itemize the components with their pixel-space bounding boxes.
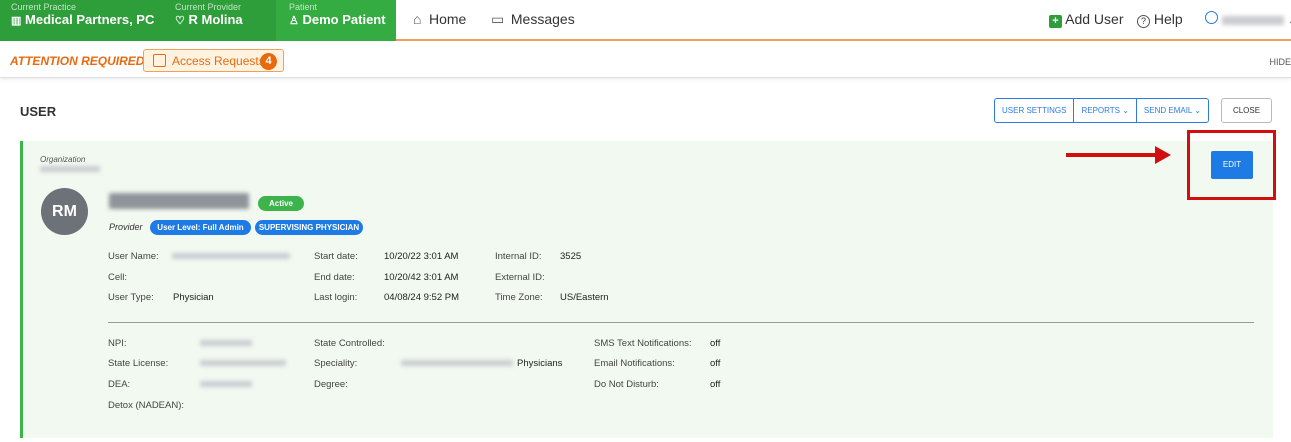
npi-label: NPI: xyxy=(108,338,127,349)
plus-icon: + xyxy=(1049,15,1062,28)
organization-label: Organization xyxy=(40,155,86,164)
annotation-arrow-shaft xyxy=(1066,153,1160,157)
close-button[interactable]: CLOSE xyxy=(1221,98,1272,123)
avatar: RM xyxy=(41,188,88,235)
degree-label: Degree: xyxy=(314,379,348,390)
state-license-value-blurred xyxy=(200,360,286,366)
dea-label: DEA: xyxy=(108,379,131,390)
supervising-physician-badge: SUPERVISING PHYSICIAN xyxy=(255,220,363,235)
section-divider xyxy=(108,322,1254,323)
add-user-button[interactable]: + Add User xyxy=(1049,11,1123,28)
start-date-value: 10/20/22 3:01 AM xyxy=(384,251,459,262)
cell-label: Cell: xyxy=(108,272,128,283)
end-date-label: End date: xyxy=(314,272,355,283)
attention-label: ATTENTION REQUIRED: xyxy=(10,54,149,68)
top-bar: Current Practice ▥ Medical Partners, PC … xyxy=(0,0,1291,41)
help-icon: ? xyxy=(1137,15,1150,28)
patient-value: ♙ Demo Patient xyxy=(289,12,386,27)
page-title: USER xyxy=(20,104,57,119)
sms-notifications-label: SMS Text Notifications: xyxy=(594,338,692,349)
state-controlled-label: State Controlled: xyxy=(314,338,385,349)
message-icon: ▭ xyxy=(491,11,505,27)
stethoscope-icon: ♡ xyxy=(175,15,185,27)
person-icon: ♙ xyxy=(289,15,299,27)
user-name-blurred xyxy=(172,253,290,259)
email-notifications-value: off xyxy=(710,358,721,369)
user-level-badge: User Level: Full Admin xyxy=(150,220,251,235)
internal-id-label: Internal ID: xyxy=(495,251,542,262)
patient-context[interactable]: Patient ♙ Demo Patient xyxy=(289,0,394,41)
current-practice[interactable]: Current Practice ▥ Medical Partners, PC xyxy=(11,0,155,41)
provider-value: ♡ R Molina xyxy=(175,12,243,27)
user-type-value: Physician xyxy=(173,292,214,303)
nav-home[interactable]: ⌂ Home xyxy=(413,11,466,27)
email-notifications-label: Email Notifications: xyxy=(594,358,675,369)
role-label: Provider xyxy=(109,222,143,232)
annotation-arrow-head xyxy=(1155,146,1171,164)
provider-label: Current Provider xyxy=(175,2,242,12)
dea-value-blurred xyxy=(200,381,252,387)
reports-button[interactable]: REPORTS ⌄ xyxy=(1074,99,1137,122)
end-date-value: 10/20/42 3:01 AM xyxy=(384,272,459,283)
user-card xyxy=(20,141,1273,438)
send-email-button[interactable]: SEND EMAIL ⌄ xyxy=(1137,99,1208,122)
user-type-label: User Type: xyxy=(108,292,154,303)
help-button[interactable]: ? Help xyxy=(1137,11,1183,28)
building-icon: ▥ xyxy=(11,15,22,27)
user-settings-button[interactable]: USER SETTINGS xyxy=(995,99,1075,122)
speciality-prefix-blurred xyxy=(401,360,513,366)
time-zone-label: Time Zone: xyxy=(495,292,543,303)
organization-name-blurred xyxy=(40,166,100,172)
status-badge: Active xyxy=(258,196,304,211)
access-requests-button[interactable]: Access Requests 4 xyxy=(143,49,284,72)
user-icon xyxy=(1205,11,1218,24)
external-id-label: External ID: xyxy=(495,272,545,283)
patient-label: Patient xyxy=(289,2,318,12)
attention-bar: ATTENTION REQUIRED: Access Requests 4 HI… xyxy=(0,43,1291,78)
home-icon: ⌂ xyxy=(413,11,422,27)
current-provider[interactable]: Current Provider ♡ R Molina xyxy=(175,0,275,41)
speciality-value: Physicians xyxy=(517,358,563,369)
user-name-label: User Name: xyxy=(108,251,159,262)
action-button-group: USER SETTINGS REPORTS ⌄ SEND EMAIL ⌄ xyxy=(994,98,1209,123)
speciality-label: Speciality: xyxy=(314,358,358,369)
annotation-highlight-box xyxy=(1187,130,1276,200)
practice-value: ▥ Medical Partners, PC xyxy=(11,12,155,27)
state-license-label: State License: xyxy=(108,358,169,369)
user-name-blurred xyxy=(1221,15,1284,25)
npi-value-blurred xyxy=(200,340,252,346)
start-date-label: Start date: xyxy=(314,251,358,262)
last-login-value: 04/08/24 9:52 PM xyxy=(384,292,459,303)
time-zone-value: US/Eastern xyxy=(560,292,609,303)
document-icon xyxy=(153,54,166,67)
hide-link[interactable]: HIDE xyxy=(1269,57,1291,67)
user-menu[interactable]: ⌄ xyxy=(1205,11,1291,27)
do-not-disturb-value: off xyxy=(710,379,721,390)
user-full-name-blurred xyxy=(109,193,249,209)
internal-id-value: 3525 xyxy=(560,251,582,262)
access-requests-label: Access Requests xyxy=(172,54,265,68)
access-count-badge: 4 xyxy=(260,53,277,70)
practice-label: Current Practice xyxy=(11,2,77,12)
nav-messages[interactable]: ▭ Messages xyxy=(491,11,575,28)
sms-notifications-value: off xyxy=(710,338,721,349)
do-not-disturb-label: Do Not Disturb: xyxy=(594,379,659,390)
last-login-label: Last login: xyxy=(314,292,358,303)
detox-label: Detox (NADEAN): xyxy=(108,400,185,411)
